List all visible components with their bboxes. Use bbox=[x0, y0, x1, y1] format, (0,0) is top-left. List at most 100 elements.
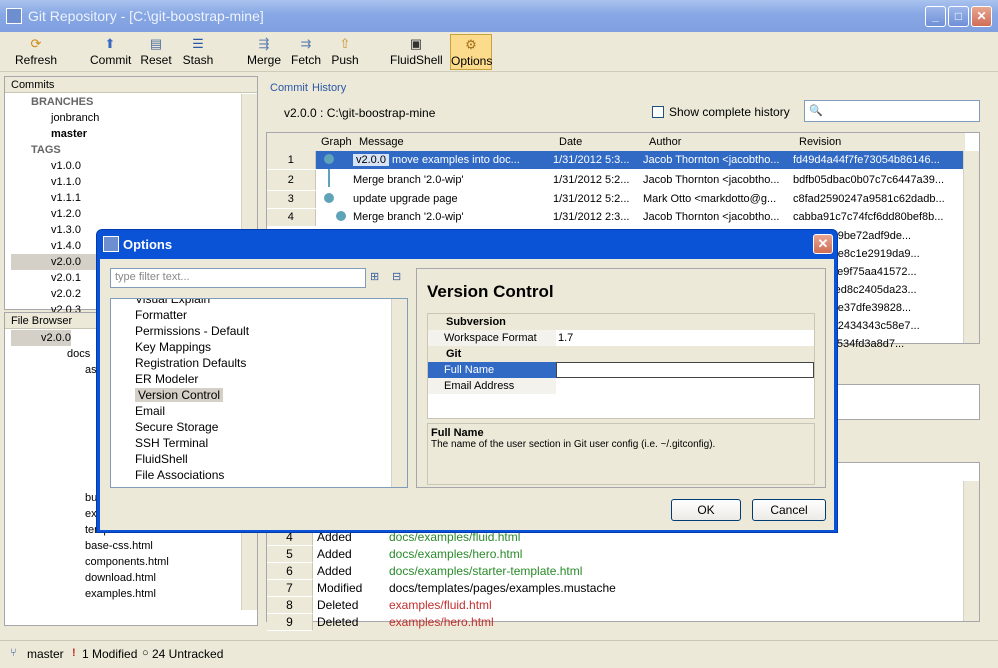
change-status: Modified bbox=[317, 581, 363, 595]
history-row[interactable]: 2 Merge branch '2.0-wip' 1/31/2012 5:2..… bbox=[267, 169, 965, 191]
history-scrollbar[interactable] bbox=[963, 151, 979, 343]
file-item[interactable]: examples.html bbox=[11, 586, 237, 602]
col-message[interactable]: Message bbox=[353, 133, 553, 151]
minimize-button[interactable]: _ bbox=[925, 6, 946, 27]
branch-item[interactable]: jonbranch bbox=[11, 110, 237, 126]
file-item[interactable]: download.html bbox=[11, 570, 237, 586]
tree-item[interactable]: Secure Storage bbox=[111, 419, 407, 435]
subversion-section[interactable]: Subversion bbox=[428, 314, 814, 330]
refresh-button[interactable]: ⟳ Refresh bbox=[14, 34, 58, 70]
change-row[interactable]: 8 Deleted examples/fluid.html bbox=[267, 597, 963, 614]
change-status: Deleted bbox=[317, 615, 359, 629]
description-box: Full Name The name of the user section i… bbox=[427, 423, 815, 485]
tree-item[interactable]: Email bbox=[111, 403, 407, 419]
change-row[interactable]: 6 Added docs/examples/starter-template.htm… bbox=[267, 563, 963, 580]
tags-heading[interactable]: TAGS bbox=[11, 142, 237, 158]
show-complete-checkbox[interactable] bbox=[652, 106, 664, 118]
history-row-selected[interactable]: 1 v2.0.0 move examples into doc... 1/31/… bbox=[267, 151, 965, 170]
options-button[interactable]: ⚙ Options bbox=[450, 34, 492, 70]
col-author[interactable]: Author bbox=[643, 133, 793, 151]
tab-commit[interactable]: Commit bbox=[270, 82, 308, 94]
cancel-button[interactable]: Cancel bbox=[752, 499, 826, 521]
tag-item[interactable]: v1.2.0 bbox=[11, 206, 237, 222]
fluidshell-button[interactable]: ▣ FluidShell bbox=[390, 34, 443, 70]
tag-item[interactable]: v1.1.1 bbox=[11, 190, 237, 206]
collapse-all-icon[interactable]: ⊟ bbox=[392, 270, 401, 283]
tree-item[interactable]: File Associations bbox=[111, 467, 407, 483]
maximize-button[interactable]: □ bbox=[948, 6, 969, 27]
col-date[interactable]: Date bbox=[553, 133, 643, 151]
comment-box[interactable] bbox=[816, 384, 980, 420]
history-row[interactable]: 4 Merge branch '2.0-wip' 1/31/2012 2:3..… bbox=[267, 208, 965, 227]
close-button[interactable]: ✕ bbox=[971, 6, 992, 27]
stash-button[interactable]: ☰ Stash bbox=[180, 34, 216, 70]
change-row[interactable]: 7 Modified docs/templates/pages/examples.m… bbox=[267, 580, 963, 597]
workspace-format-value[interactable]: 1.7 bbox=[556, 330, 573, 346]
settings-page: Version Control Subversion Workspace For… bbox=[416, 268, 826, 488]
tree-item[interactable]: Visual Explain bbox=[111, 299, 407, 307]
full-name-input[interactable] bbox=[556, 362, 814, 378]
tree-item[interactable]: Formatter bbox=[111, 307, 407, 323]
status-untracked[interactable]: 24 Untracked bbox=[152, 647, 223, 661]
app-icon bbox=[6, 8, 22, 24]
tree-item[interactable]: FluidShell bbox=[111, 451, 407, 467]
expand-all-icon[interactable]: ⊞ bbox=[370, 270, 379, 283]
commit-button[interactable]: ⬆ Commit bbox=[90, 34, 132, 70]
col-revision[interactable]: Revision bbox=[793, 133, 965, 151]
options-tree-scrollbar[interactable] bbox=[391, 299, 407, 487]
dialog-close-button[interactable]: ✕ bbox=[813, 234, 833, 254]
git-section[interactable]: Git bbox=[428, 346, 814, 362]
file-item[interactable]: components.html bbox=[11, 554, 237, 570]
tag-item[interactable]: v1.0.0 bbox=[11, 158, 237, 174]
tree-item[interactable]: Registration Defaults bbox=[111, 355, 407, 371]
commit-icon: ⬆ bbox=[104, 36, 116, 51]
commit-date: 1/31/2012 5:2... bbox=[553, 193, 630, 205]
history-row[interactable]: 3 update upgrade page 1/31/2012 5:2... M… bbox=[267, 190, 965, 209]
tab-history[interactable]: History bbox=[312, 82, 346, 94]
status-branch[interactable]: master bbox=[27, 647, 64, 661]
row-number: 4 bbox=[267, 208, 316, 227]
stash-icon: ☰ bbox=[192, 36, 204, 51]
ok-button[interactable]: OK bbox=[671, 499, 741, 521]
col-graph[interactable]: Graph bbox=[315, 133, 353, 151]
reset-button[interactable]: ▤ Reset bbox=[138, 34, 174, 70]
commit-date: 1/31/2012 2:3... bbox=[553, 211, 630, 223]
tree-item[interactable]: SSH Terminal bbox=[111, 435, 407, 451]
graph-line bbox=[327, 169, 330, 187]
dialog-title-bar: Options ✕ bbox=[97, 230, 837, 258]
file-root[interactable]: v2.0.0 bbox=[11, 330, 71, 346]
row-number: 1 bbox=[267, 151, 316, 170]
change-status: Deleted bbox=[317, 598, 359, 612]
filter-input[interactable]: type filter text... bbox=[110, 268, 366, 288]
push-button[interactable]: ⇧ Push bbox=[328, 34, 362, 70]
history-search-input[interactable]: 🔍 bbox=[804, 100, 980, 122]
branches-heading[interactable]: BRANCHES bbox=[11, 94, 237, 110]
dialog-title: Options bbox=[123, 237, 173, 252]
merge-button[interactable]: ⇶ Merge bbox=[246, 34, 282, 70]
change-path: docs/templates/pages/examples.mustache bbox=[389, 581, 616, 595]
tree-item[interactable]: Permissions - Default bbox=[111, 323, 407, 339]
branch-item-master[interactable]: master bbox=[11, 126, 237, 142]
change-row[interactable]: 9 Deleted examples/hero.html bbox=[267, 614, 963, 631]
commit-date: 1/31/2012 5:2... bbox=[553, 173, 630, 186]
changes-scrollbar[interactable] bbox=[963, 481, 979, 621]
row-number: 5 bbox=[267, 546, 313, 563]
tree-item-selected[interactable]: Version Control bbox=[135, 388, 224, 402]
fetch-icon: ⇉ bbox=[300, 36, 312, 51]
branch-icon: ⑂ bbox=[10, 647, 17, 659]
change-row[interactable]: 5 Added docs/examples/hero.html bbox=[267, 546, 963, 563]
settings-heading: Version Control bbox=[427, 282, 554, 301]
commit-author: Mark Otto <markdotto@g... bbox=[643, 193, 777, 205]
email-address-value[interactable] bbox=[556, 378, 814, 394]
tree-item[interactable]: ER Modeler bbox=[111, 371, 407, 387]
graph-node bbox=[323, 153, 334, 164]
commit-revision: bdfb05dbac0b07c7c6447a39... bbox=[793, 173, 945, 186]
status-bar: ⑂ master ! 1 Modified ○ 24 Untracked bbox=[0, 640, 998, 668]
fetch-button[interactable]: ⇉ Fetch bbox=[288, 34, 324, 70]
tree-item[interactable]: Key Mappings bbox=[111, 339, 407, 355]
tag-item[interactable]: v1.1.0 bbox=[11, 174, 237, 190]
status-modified[interactable]: 1 Modified bbox=[82, 647, 137, 661]
history-ref: v2.0.0 : C:\git-boostrap-mine bbox=[284, 106, 436, 120]
file-item[interactable]: base-css.html bbox=[11, 538, 237, 554]
commit-label: Commit bbox=[90, 53, 132, 67]
